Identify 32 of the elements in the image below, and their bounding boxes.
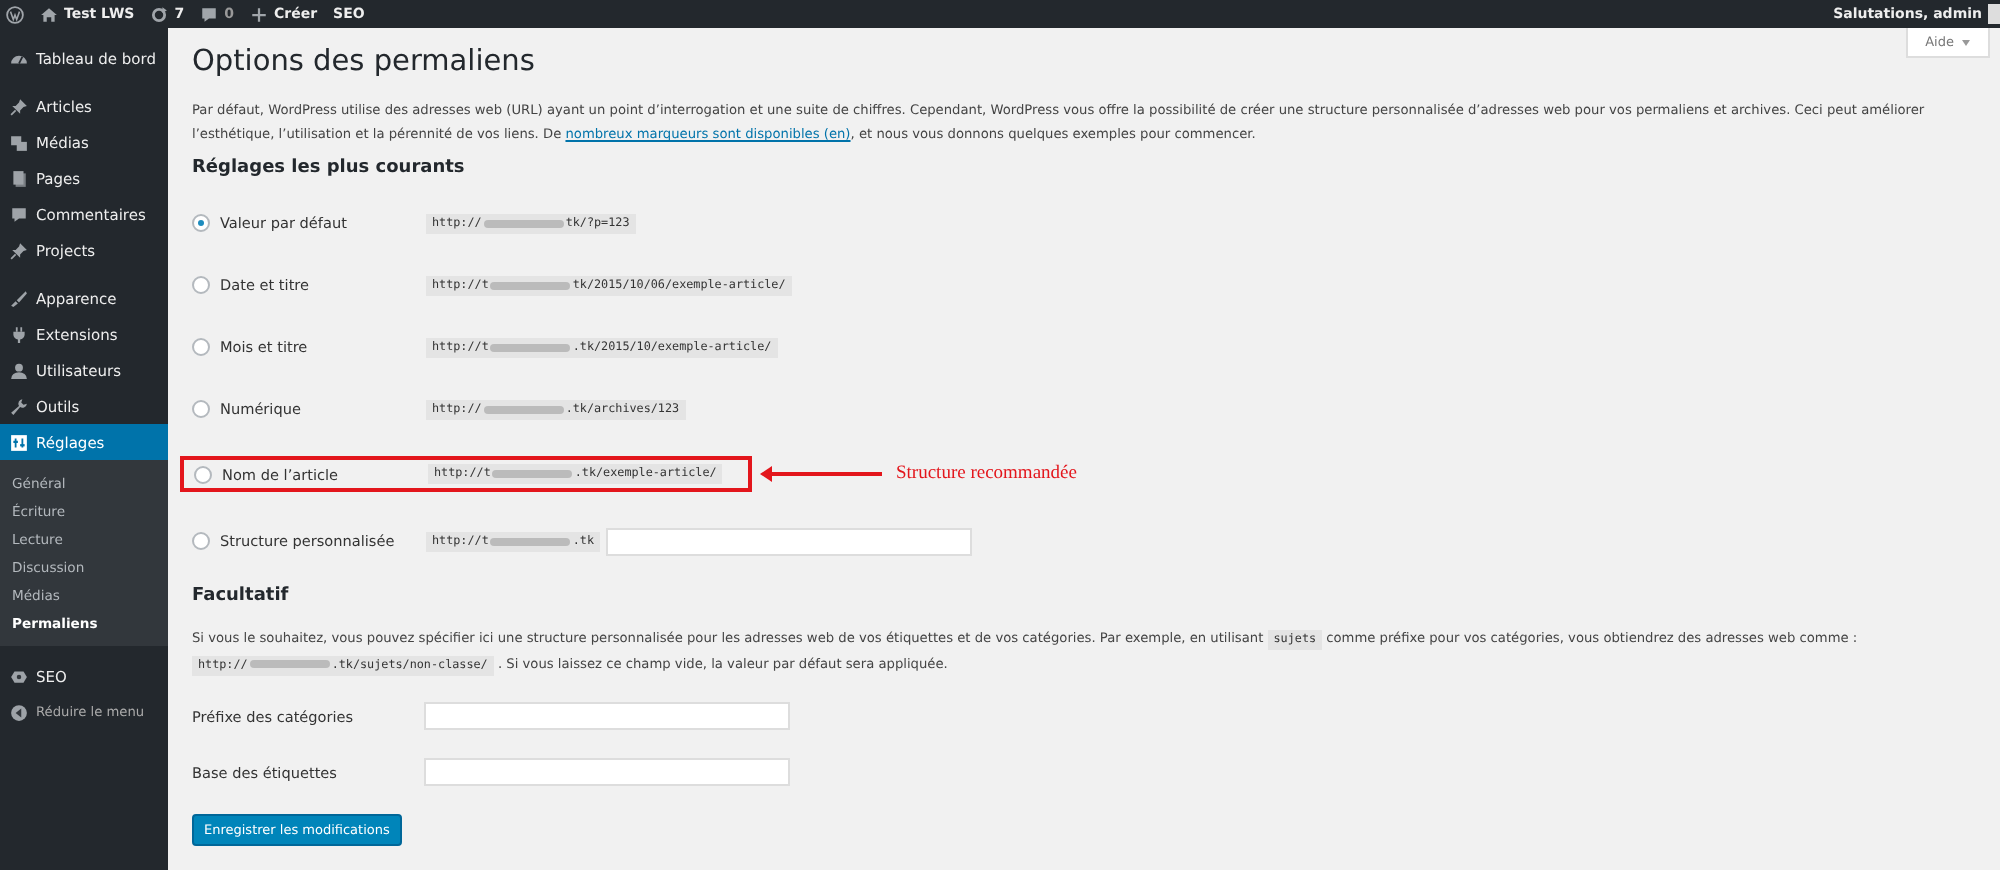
- text-field[interactable]: [424, 758, 790, 786]
- radio-button[interactable]: [192, 276, 210, 294]
- settings-icon: [10, 433, 28, 451]
- wordpress-logo-icon: [6, 5, 24, 23]
- text-field[interactable]: [424, 702, 790, 730]
- home-icon: [40, 5, 58, 23]
- radio-button[interactable]: [192, 400, 210, 418]
- media-icon: [10, 133, 28, 151]
- collapse-icon: [10, 703, 28, 721]
- plus-icon: [249, 5, 268, 23]
- pushpin-icon: [10, 97, 28, 115]
- avatar-icon: [1988, 4, 2000, 24]
- brush-icon: [10, 289, 28, 307]
- seo-icon: [10, 667, 28, 685]
- structure-field[interactable]: [606, 527, 973, 555]
- pushpin-icon: [10, 241, 28, 259]
- caret-icon: [1962, 39, 1970, 45]
- radio-button[interactable]: [192, 214, 210, 232]
- plug-icon: [10, 325, 28, 343]
- radio-button[interactable]: [192, 532, 210, 550]
- radio-button[interactable]: [192, 338, 210, 356]
- section-heading: Facultatif: [192, 586, 291, 606]
- section-heading: Réglages les plus courants: [192, 158, 467, 178]
- pages-icon: [10, 169, 28, 187]
- page-title: Options des permaliens: [192, 46, 535, 78]
- user-icon: [10, 361, 28, 379]
- comment-icon: [10, 205, 28, 223]
- annotation-text: Structure recommandée: [896, 464, 1077, 484]
- comment-icon: [200, 5, 219, 23]
- update-icon: [150, 5, 169, 23]
- wrench-icon: [10, 397, 28, 415]
- radio-button[interactable]: [194, 465, 212, 483]
